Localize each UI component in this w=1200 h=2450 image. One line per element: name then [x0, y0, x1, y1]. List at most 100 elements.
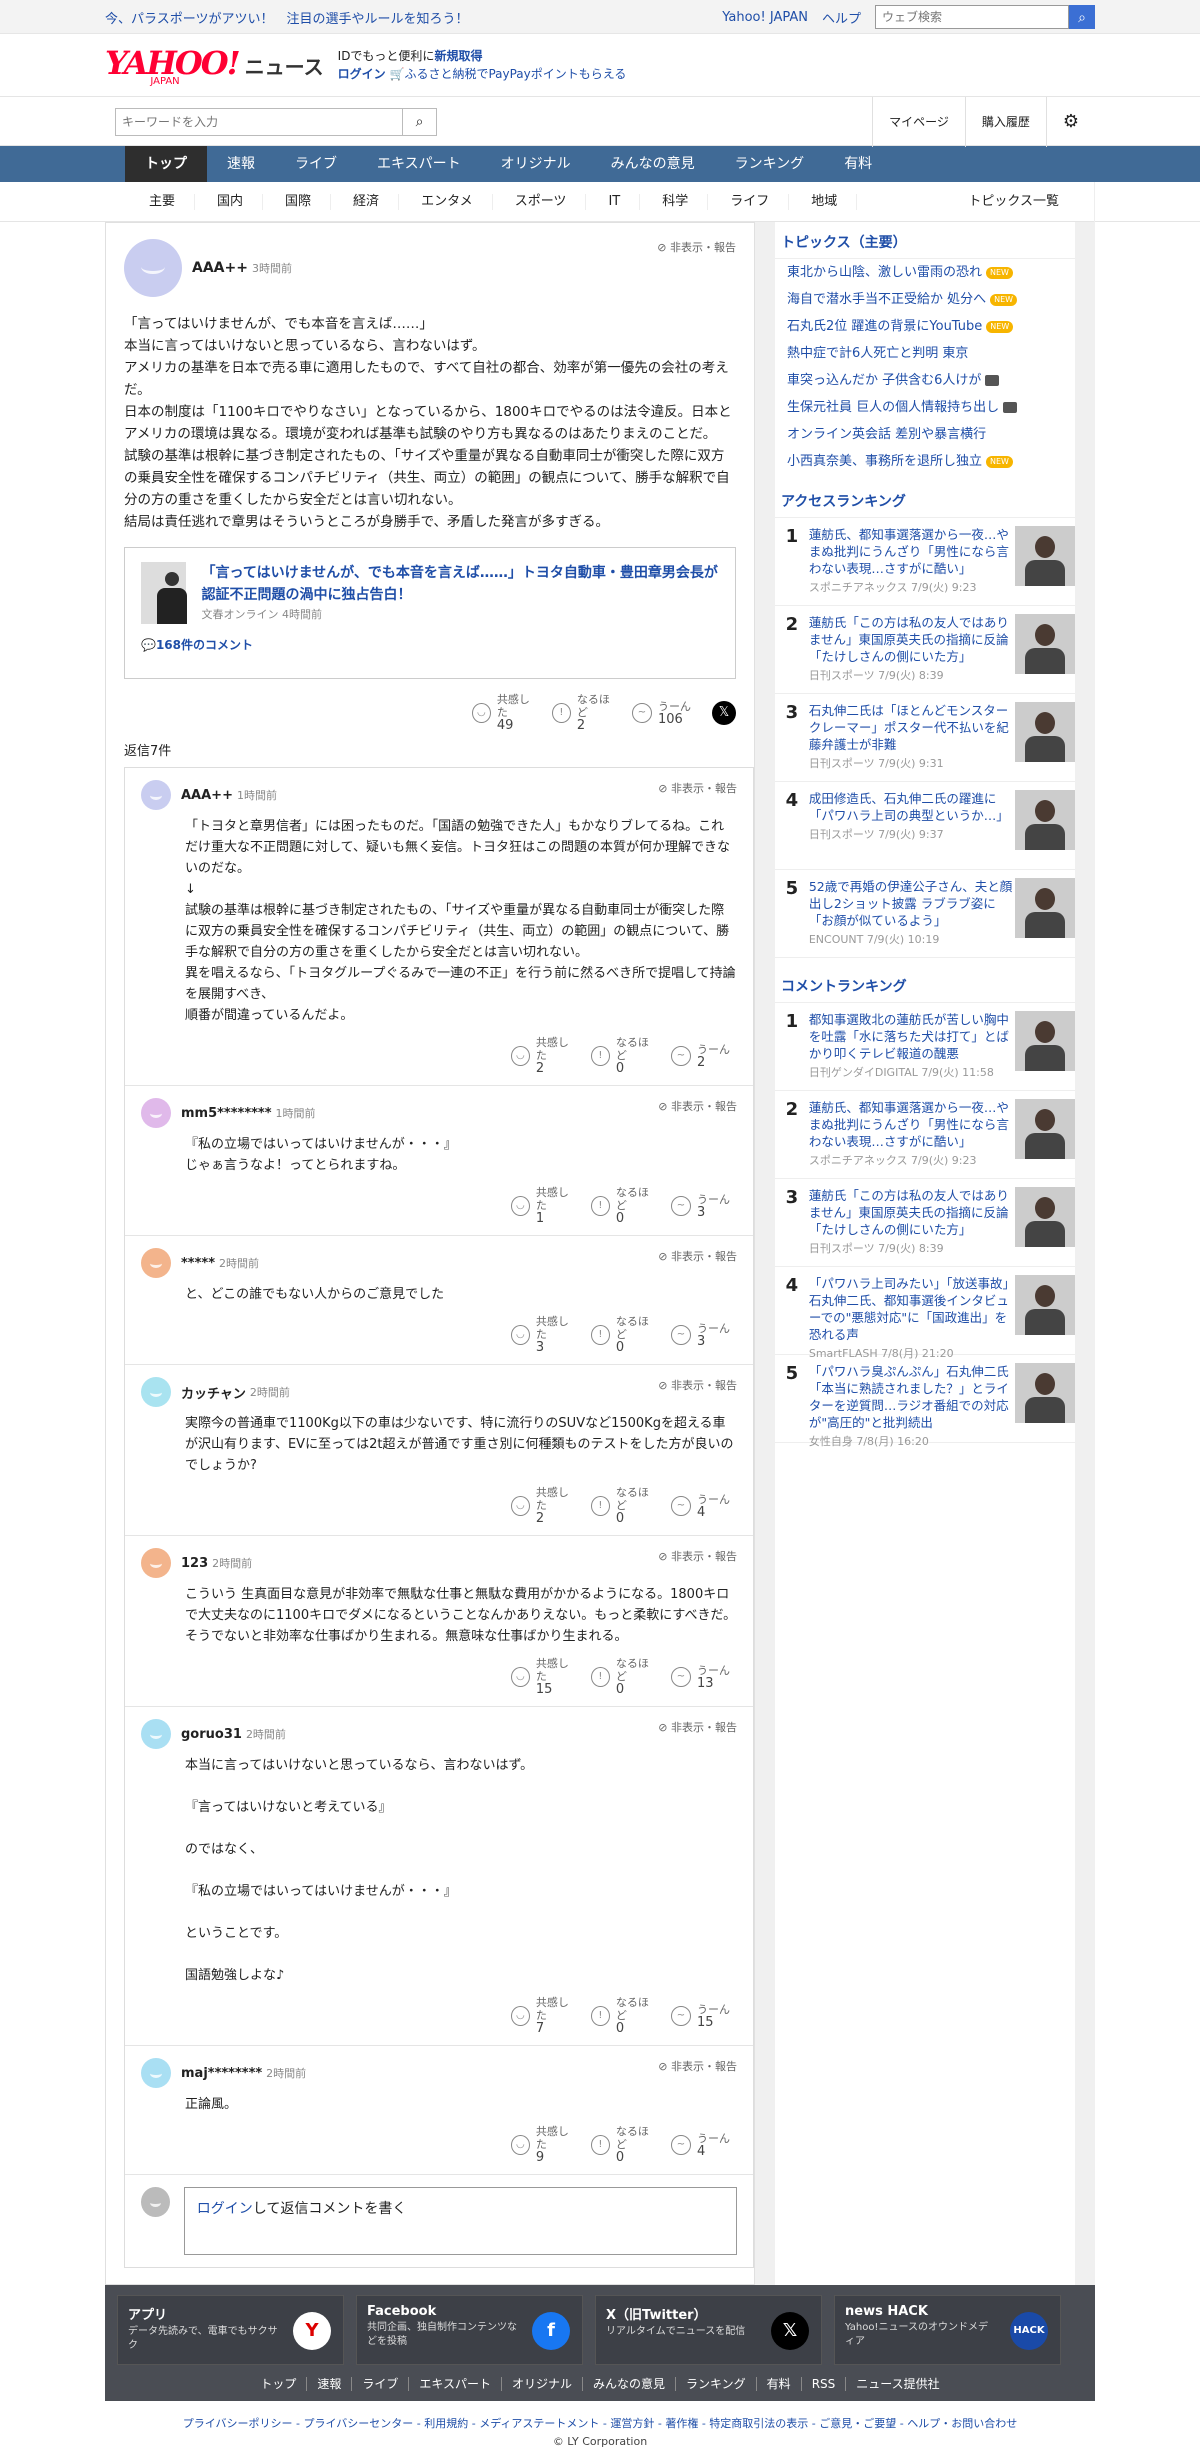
- login-link[interactable]: ログイン: [338, 67, 386, 81]
- gnav-breaking[interactable]: 速報: [207, 146, 275, 182]
- ranking-item[interactable]: 4 「パワハラ上司みたい」「放送事故」石丸伸二氏、都知事選後インタビューでの"悪態…: [775, 1267, 1075, 1360]
- reply-user[interactable]: 123: [181, 1556, 208, 1571]
- footer-link[interactable]: エキスパート: [408, 2377, 501, 2391]
- hmm-button[interactable]: ~ うーん 3: [671, 1322, 737, 1348]
- footer-link[interactable]: 有料: [755, 2377, 801, 2391]
- ranking-item[interactable]: 5 「パワハラ臭ぷんぷん」石丸伸二氏「本当に熟読されました？」とライターを逆質問……: [775, 1355, 1075, 1448]
- gnav-original[interactable]: オリジナル: [481, 146, 591, 182]
- yahoo-news-logo[interactable]: YAHOO! ニュース JAPAN: [105, 44, 324, 87]
- topic-item[interactable]: 車突っ込んだか 子供含む6人けが: [775, 367, 1075, 394]
- cat-entertainment[interactable]: エンタメ: [399, 194, 493, 210]
- ranking-title[interactable]: 都知事選敗北の蓮舫氏が苦しい胸中を吐露「水に落ちた犬は打て」とばかり叩くテレビ報…: [809, 1011, 1016, 1062]
- cat-domestic[interactable]: 国内: [195, 194, 264, 210]
- reply-user[interactable]: mm5********: [181, 1106, 272, 1121]
- keyword-search-input[interactable]: [116, 109, 402, 135]
- footer-link[interactable]: RSS: [800, 2377, 846, 2391]
- naruhodo-button[interactable]: ! なるほど 0: [591, 1486, 657, 1525]
- footer-link[interactable]: トップ: [250, 2377, 306, 2391]
- hmm-button[interactable]: ~ うーん 3: [671, 1193, 737, 1219]
- naruhodo-button[interactable]: ! なるほど 0: [591, 1036, 657, 1075]
- empathy-button[interactable]: ◡ 共感した 15: [511, 1657, 577, 1696]
- legal-links[interactable]: プライバシーポリシー - プライバシーセンター - 利用規約 - メディアステー…: [0, 2415, 1200, 2431]
- report-link[interactable]: ⊘ 非表示・報告: [658, 1719, 737, 1735]
- ranking-item[interactable]: 4 成田修造氏、石丸伸二氏の躍進に「パワハラ上司の典型というか…」 日刊スポーツ 7…: [775, 782, 1075, 870]
- empathy-button[interactable]: ◡ 共感した 2: [511, 1036, 577, 1075]
- promo-link[interactable]: 今、パラスポーツがアツい！ 注目の選手やルールを知ろう！: [105, 8, 722, 27]
- report-link[interactable]: ⊘ 非表示・報告: [658, 1377, 737, 1393]
- topic-item[interactable]: 小西真奈美、事務所を退所し独立 NEW: [775, 448, 1075, 475]
- gnav-paid[interactable]: 有料: [824, 146, 892, 182]
- empathy-button[interactable]: ◡ 共感した 49: [472, 693, 538, 732]
- naruhodo-button[interactable]: ! なるほど 2: [552, 693, 618, 732]
- empathy-button[interactable]: ◡ 共感した 7: [511, 1996, 577, 2035]
- footer-link[interactable]: ニュース提供社: [845, 2377, 949, 2391]
- topic-item[interactable]: 石丸氏2位 躍進の背景にYouTube NEW: [775, 313, 1075, 340]
- ranking-title[interactable]: 52歳で再婚の伊達公子さん、夫と顔出し2ショット披露 ラブラブ姿に「お顔が似てい…: [809, 878, 1016, 929]
- comment-user[interactable]: AAA++: [192, 260, 248, 276]
- report-link[interactable]: ⊘ 非表示・報告: [658, 1248, 737, 1264]
- gear-icon[interactable]: ⚙: [1045, 97, 1095, 147]
- topic-item[interactable]: オンライン英会話 差別や暴言横行: [775, 421, 1075, 448]
- web-search-input[interactable]: [875, 5, 1069, 29]
- hmm-button[interactable]: ~ うーん 13: [671, 1664, 737, 1690]
- empathy-button[interactable]: ◡ 共感した 1: [511, 1186, 577, 1225]
- naruhodo-button[interactable]: ! なるほど 0: [591, 1657, 657, 1696]
- report-link[interactable]: ⊘ 非表示・報告: [658, 2058, 737, 2074]
- hmm-button[interactable]: ~ うーん 15: [671, 2003, 737, 2029]
- ranking-title[interactable]: 石丸伸二氏は「ほとんどモンスタークレーマー」ポスター代不払いを紀藤弁護士が非難: [809, 702, 1016, 753]
- reply-login-link[interactable]: ログイン: [197, 2201, 253, 2217]
- naruhodo-button[interactable]: ! なるほど 0: [591, 1186, 657, 1225]
- cat-it[interactable]: IT: [586, 194, 641, 210]
- x-share-icon[interactable]: 𝕏: [712, 700, 736, 725]
- hmm-button[interactable]: ~ うーん 106: [632, 700, 698, 726]
- naruhodo-button[interactable]: ! なるほど 0: [591, 1315, 657, 1354]
- gnav-expert[interactable]: エキスパート: [357, 146, 481, 182]
- furusato-link[interactable]: ふるさと納税でPayPayポイントもらえる: [404, 67, 626, 81]
- reply-user[interactable]: カッチャン: [181, 1383, 246, 1402]
- help-link[interactable]: ヘルプ: [822, 8, 861, 27]
- topic-item[interactable]: 東北から山陰、激しい雷雨の恐れ NEW: [775, 259, 1075, 286]
- hmm-button[interactable]: ~ うーん 4: [671, 1493, 737, 1519]
- purchase-history-link[interactable]: 購入履歴: [964, 97, 1046, 147]
- comment-count[interactable]: 💬168件のコメント: [141, 636, 719, 653]
- footer-link[interactable]: ランキング: [675, 2377, 756, 2391]
- footer-card[interactable]: X（旧Twitter） リアルタイムでニュースを配信 𝕏: [595, 2295, 822, 2365]
- cat-science[interactable]: 科学: [640, 194, 709, 210]
- gnav-top[interactable]: トップ: [125, 146, 207, 182]
- topic-item[interactable]: 海自で潜水手当不正受給か 処分へ NEW: [775, 286, 1075, 313]
- topic-item[interactable]: 熱中症で計6人死亡と判明 東京: [775, 340, 1075, 367]
- cat-sports[interactable]: スポーツ: [493, 194, 587, 210]
- ranking-title[interactable]: 「パワハラ上司みたい」「放送事故」石丸伸二氏、都知事選後インタビューでの"悪態対…: [809, 1275, 1016, 1343]
- ranking-item[interactable]: 3 石丸伸二氏は「ほとんどモンスタークレーマー」ポスター代不払いを紀藤弁護士が非難…: [775, 694, 1075, 782]
- report-link[interactable]: ⊘ 非表示・報告: [658, 780, 737, 796]
- footer-link[interactable]: みんなの意見: [582, 2377, 675, 2391]
- cat-life[interactable]: ライフ: [708, 194, 790, 210]
- naruhodo-button[interactable]: ! なるほど 0: [591, 1996, 657, 2035]
- web-search-button[interactable]: ⌕: [1069, 5, 1095, 29]
- gnav-live[interactable]: ライブ: [275, 146, 357, 182]
- reply-user[interactable]: maj********: [181, 2066, 262, 2081]
- search-icon[interactable]: ⌕: [402, 109, 436, 135]
- ranking-item[interactable]: 2 蓮舫氏、都知事選落選から一夜…やまぬ批判にうんざり「男性になら言わない表現…さ…: [775, 1091, 1075, 1179]
- cat-local[interactable]: 地域: [789, 194, 858, 210]
- footer-card[interactable]: Facebook 共同企画、独自制作コンテンツなどを投稿 f: [356, 2295, 583, 2365]
- topic-item[interactable]: 生保元社員 巨人の個人情報持ち出し: [775, 394, 1075, 421]
- ranking-title[interactable]: 「パワハラ臭ぷんぷん」石丸伸二氏「本当に熟読されました？」とライターを逆質問…ラ…: [809, 1363, 1016, 1431]
- reply-user[interactable]: *****: [181, 1256, 215, 1271]
- report-link[interactable]: ⊘ 非表示・報告: [658, 1098, 737, 1114]
- ranking-title[interactable]: 成田修造氏、石丸伸二氏の躍進に「パワハラ上司の典型というか…」: [809, 790, 1016, 824]
- footer-link[interactable]: ライブ: [351, 2377, 408, 2391]
- ranking-item[interactable]: 1 蓮舫氏、都知事選落選から一夜…やまぬ批判にうんざり「男性になら言わない表現…さ…: [775, 518, 1075, 606]
- yahoo-japan-link[interactable]: Yahoo! JAPAN: [722, 10, 808, 25]
- ranking-title[interactable]: 蓮舫氏、都知事選落選から一夜…やまぬ批判にうんざり「男性になら言わない表現…さす…: [809, 1099, 1016, 1150]
- report-link[interactable]: ⊘ 非表示・報告: [657, 239, 736, 255]
- reply-user[interactable]: goruo31: [181, 1727, 242, 1742]
- article-card[interactable]: 「言ってはいけませんが、でも本音を言えば……」トヨタ自動車・豊田章男会長が認証不…: [124, 547, 736, 679]
- topics-list-link[interactable]: トピックス一覧: [946, 194, 1075, 210]
- signup-link[interactable]: 新規取得: [434, 49, 482, 63]
- ranking-title[interactable]: 蓮舫氏「この方は私の友人ではありません」東国原英夫氏の指摘に反論「たけしさんの側…: [809, 1187, 1016, 1238]
- cat-main[interactable]: 主要: [127, 194, 196, 210]
- footer-card[interactable]: news HACK Yahoo!ニュースのオウンドメディア HACK: [834, 2295, 1061, 2365]
- hmm-button[interactable]: ~ うーん 2: [671, 1043, 737, 1069]
- footer-card[interactable]: アプリ データ先読みで、電車でもサクサク Y: [117, 2295, 344, 2365]
